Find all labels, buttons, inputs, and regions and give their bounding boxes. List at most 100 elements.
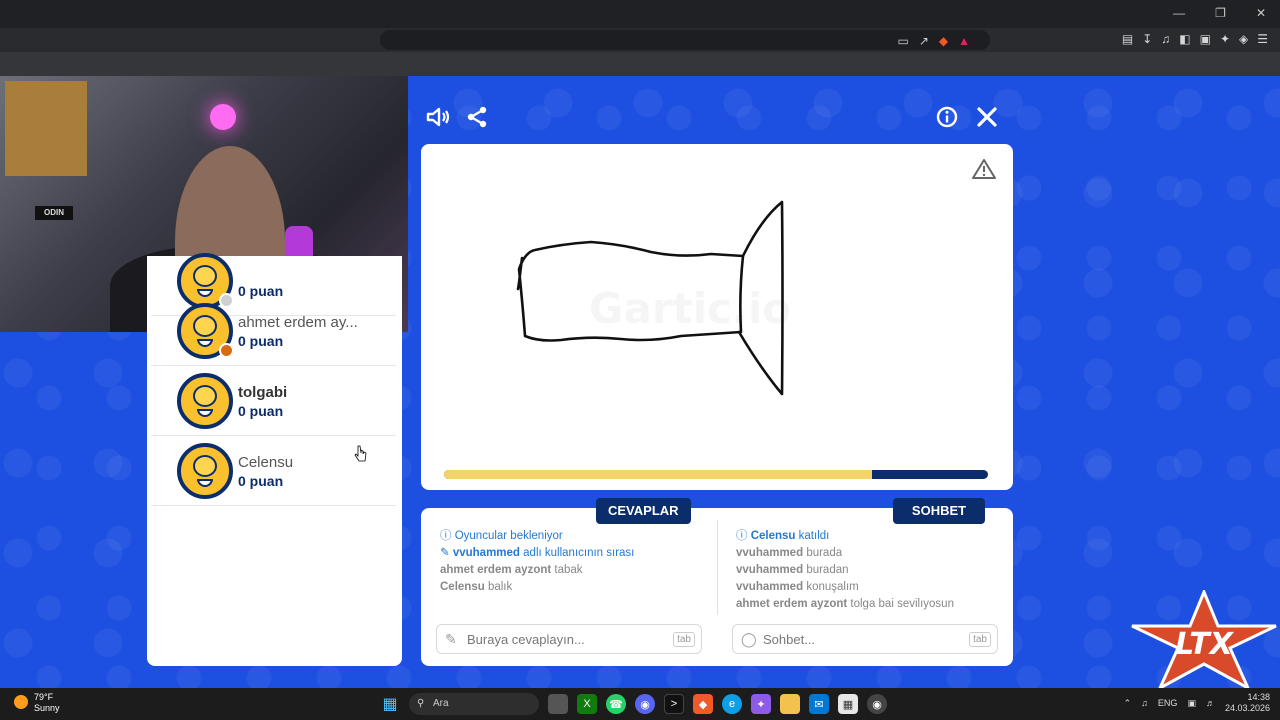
browser-toolbar: ▤ ↧ ♫ ◧ ▣ ✦ ◈ ☰	[1122, 32, 1268, 46]
wall-sign: ODIN	[35, 206, 73, 220]
player-status-badge	[219, 343, 234, 358]
sound-icon[interactable]	[425, 106, 451, 128]
player-row[interactable]: tolgabi 0 puan	[151, 366, 396, 436]
discord-icon[interactable]: ◉	[635, 694, 655, 714]
brave-rewards-icon[interactable]: ▲	[958, 34, 970, 48]
svg-text:LTX: LTX	[1175, 627, 1235, 662]
feed-turn-line: ✎ vvuhammed adlı kullanıcının sırası	[440, 547, 635, 559]
chat-message: vvuhammed konuşalım	[736, 581, 859, 593]
tab-hint: tab	[673, 632, 695, 647]
feed-system-line: ⓘ Oyuncular bekleniyor	[440, 530, 563, 542]
weather-desc: Sunny	[34, 703, 60, 713]
tab-hint: tab	[969, 632, 991, 647]
leo-ai-icon[interactable]: ✦	[1220, 32, 1230, 46]
xbox-icon[interactable]: X	[577, 694, 597, 714]
players-panel: 0 puan ahmet erdem ay... 0 puan tolgabi …	[147, 253, 402, 666]
chat-system-line: ⓘ Celensu katıldı	[736, 530, 830, 542]
drawing-canvas[interactable]: Gartic.io	[421, 144, 1013, 490]
timer-progress-fill	[444, 470, 874, 479]
player-score: 0 puan	[238, 333, 284, 349]
clock-date: 24.03.2026	[1224, 703, 1270, 713]
chat-message: vvuhammed buradan	[736, 564, 849, 576]
chat-placeholder: Sohbet...	[763, 632, 816, 647]
mic-icon[interactable]: ♫	[1141, 698, 1148, 708]
search-icon: ⚲	[417, 698, 425, 709]
info-icon[interactable]	[936, 106, 958, 128]
windows-taskbar: 79°F Sunny ▦ ⚲ Ara X ☎ ◉ > ◆ e ✦ ✉ ▦ ◉ ⌃ …	[0, 688, 1280, 720]
lang-indicator[interactable]: ENG	[1158, 698, 1178, 708]
player-row[interactable]: ahmet erdem ay... 0 puan	[151, 296, 396, 366]
search-label: Ara	[433, 698, 449, 709]
download-icon[interactable]: ↧	[1142, 32, 1152, 46]
taskbar-search[interactable]: ⚲ Ara	[409, 693, 539, 715]
chevron-up-icon[interactable]: ⌃	[1124, 698, 1132, 709]
player-name: ahmet erdem ay...	[238, 314, 358, 331]
cast-icon[interactable]: ▭	[897, 34, 908, 48]
vpn-icon[interactable]: ◈	[1239, 32, 1248, 46]
fish-drawing	[516, 200, 784, 396]
clock[interactable]: 14:38 24.03.2026	[1225, 692, 1270, 714]
tab-search-icon[interactable]: ▤	[1122, 32, 1133, 46]
feed-guess-line: ahmet erdem ayzont tabak	[440, 564, 583, 576]
store-icon[interactable]: ▦	[838, 694, 858, 714]
tab-chat[interactable]: SOHBET	[893, 498, 985, 524]
menu-icon[interactable]: ☰	[1257, 32, 1268, 46]
clock-time: 14:38	[1247, 692, 1270, 702]
close-game-icon[interactable]	[976, 106, 998, 128]
player-avatar	[177, 373, 233, 429]
mouse-cursor-icon	[354, 445, 367, 462]
brave-icon[interactable]: ◆	[693, 694, 713, 714]
address-bar[interactable]: ▭ ↗ ◆ ▲	[380, 30, 990, 50]
player-name: tolgabi	[238, 384, 288, 401]
system-tray: ⌃ ♫ ENG ▣ ♬ 14:38 24.03.2026	[1124, 692, 1270, 714]
share-page-icon[interactable]: ↗	[919, 34, 929, 48]
timer-progress-bar	[444, 470, 988, 479]
media-icon[interactable]: ♫	[1161, 32, 1170, 46]
answers-feed: ⓘ Oyuncular bekleniyor ✎ vvuhammed adlı …	[440, 528, 634, 596]
volume-icon[interactable]: ♬	[1206, 698, 1215, 708]
taskbar-apps: ▦ ⚲ Ara X ☎ ◉ > ◆ e ✦ ✉ ▦ ◉	[380, 693, 887, 715]
terminal-icon[interactable]: >	[664, 694, 684, 714]
player-score: 0 puan	[238, 403, 284, 419]
panel-divider	[717, 520, 718, 615]
copilot-icon[interactable]: ✦	[751, 694, 771, 714]
chat-feed: ⓘ Celensu katıldı vvuhammed burada vvuha…	[736, 528, 954, 613]
edge-icon[interactable]: e	[722, 694, 742, 714]
start-icon[interactable]: ▦	[380, 694, 400, 714]
obs-icon[interactable]: ◉	[867, 694, 887, 714]
wall-painting	[5, 81, 87, 176]
weather-widget[interactable]: 79°F Sunny	[14, 692, 60, 714]
sun-icon	[14, 695, 28, 709]
pencil-icon: ✎	[445, 631, 457, 647]
minimize-icon[interactable]: —	[1173, 6, 1185, 20]
whatsapp-icon[interactable]: ☎	[606, 694, 626, 714]
ring-light	[210, 104, 236, 130]
player-avatar	[177, 443, 233, 499]
chat-message: ahmet erdem ayzont tolga bai sevilıyosun	[736, 598, 954, 610]
chat-input[interactable]: ◯ Sohbet... tab	[732, 624, 998, 654]
wallet-icon[interactable]: ▣	[1200, 32, 1211, 46]
chat-message: vvuhammed burada	[736, 547, 843, 559]
close-window-icon[interactable]: ✕	[1256, 6, 1266, 20]
player-score: 0 puan	[238, 473, 284, 489]
answer-input[interactable]: ✎ Buraya cevaplayın... tab	[436, 624, 702, 654]
address-bar-row: ▭ ↗ ◆ ▲ ▤ ↧ ♫ ◧ ▣ ✦ ◈ ☰	[0, 28, 1280, 52]
streamer-logo: LTX	[1131, 590, 1277, 690]
bookmarks-bar	[0, 52, 1280, 76]
browser-titlebar: — ❐ ✕	[0, 0, 1280, 28]
tab-answers[interactable]: CEVAPLAR	[596, 498, 691, 524]
answer-placeholder: Buraya cevaplayın...	[467, 632, 585, 647]
sidebar-icon[interactable]: ◧	[1179, 32, 1190, 46]
weather-temp: 79°F	[34, 692, 54, 702]
task-view-icon[interactable]	[548, 694, 568, 714]
mail-icon[interactable]: ✉	[809, 694, 829, 714]
share-icon[interactable]	[466, 106, 488, 128]
window-controls: — ❐ ✕	[1173, 6, 1266, 20]
network-icon[interactable]: ▣	[1187, 698, 1196, 709]
restore-icon[interactable]: ❐	[1215, 6, 1226, 20]
file-explorer-icon[interactable]	[780, 694, 800, 714]
feed-guess-line: Celensu balık	[440, 581, 513, 593]
brave-shield-icon[interactable]: ◆	[939, 34, 948, 48]
answers-chat-panel: CEVAPLAR SOHBET ⓘ Oyuncular bekleniyor ✎…	[421, 498, 1013, 666]
chat-bubble-icon: ◯	[741, 631, 757, 647]
